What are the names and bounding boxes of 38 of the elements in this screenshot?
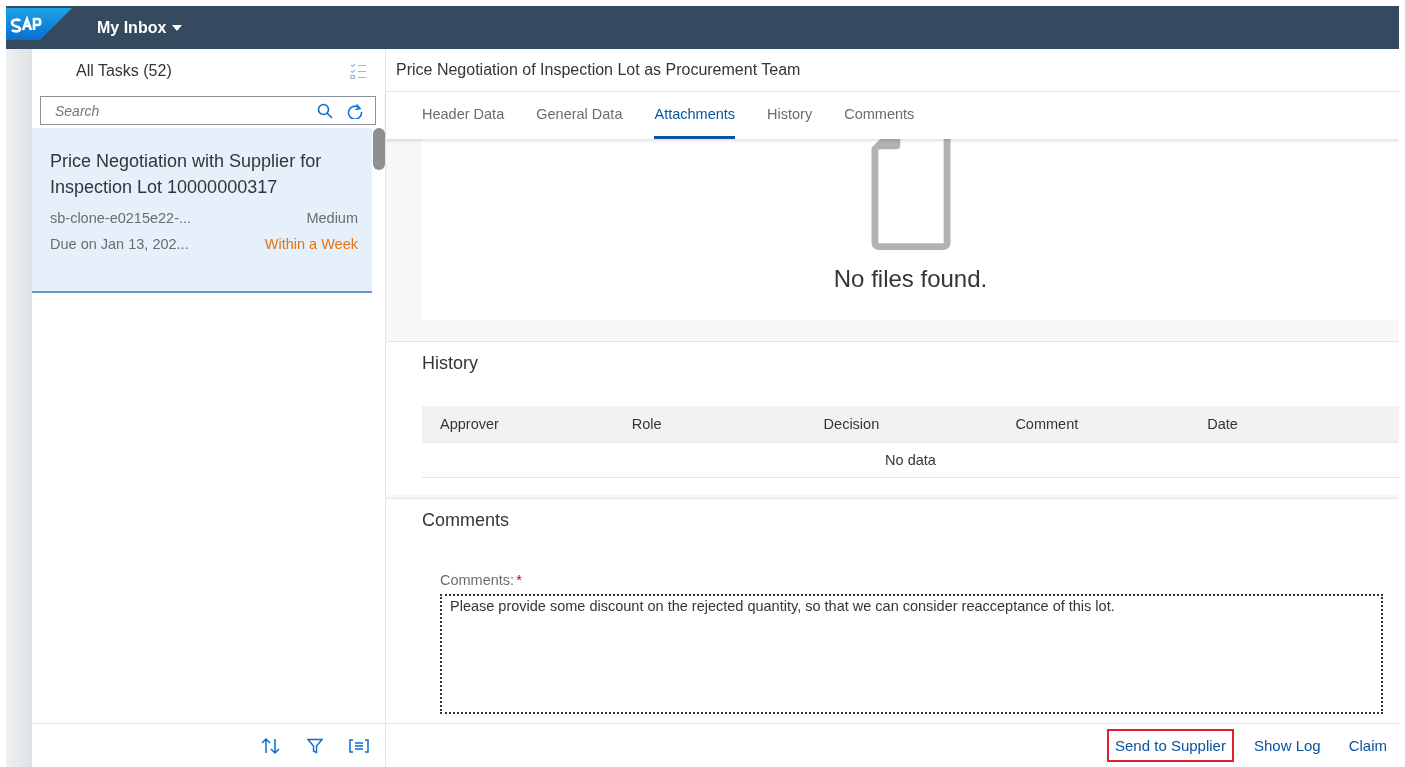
action-button[interactable]: Send to Supplier xyxy=(1107,729,1234,762)
scrollbar-thumb[interactable] xyxy=(373,128,385,170)
action-button[interactable]: Show Log xyxy=(1245,729,1329,762)
column-header: Approver xyxy=(440,416,500,432)
section-title: History xyxy=(422,352,479,375)
task-creator: sb-clone-e0215e22-... xyxy=(50,210,192,226)
list-title: All Tasks (52) xyxy=(76,61,172,80)
column-header: Role xyxy=(631,416,663,432)
logo-icon[interactable] xyxy=(6,8,72,40)
tab[interactable]: General Data xyxy=(536,92,623,139)
task-status: Within a Week xyxy=(264,236,358,252)
search-icon[interactable] xyxy=(317,102,333,119)
tab[interactable]: History xyxy=(767,92,813,139)
tab[interactable]: Header Data xyxy=(422,92,505,139)
caret-icon xyxy=(172,24,183,31)
column-header: Decision xyxy=(823,416,881,432)
file-icon xyxy=(870,139,951,251)
column-header: Comment xyxy=(1015,416,1080,432)
no-data-text: No data xyxy=(885,452,936,468)
required-mark: * xyxy=(516,572,522,588)
field-label: Comments: xyxy=(440,572,515,588)
comments-field[interactable]: Please provide some discount on the rejected quantity, so that we can consider reacceptance of this lot. xyxy=(440,594,1383,714)
detail-title: Price Negotiation of Inspection Lot as Procurement Team xyxy=(386,49,1399,92)
empty-message: No files found. xyxy=(833,265,988,293)
task-list-item[interactable]: Price Negotiation with Supplier for Inspection Lot 10000000317 sb-clone-e0215e22-... Medium Due on Jan 13, 202... Within a Week xyxy=(32,128,372,293)
filter-icon[interactable] xyxy=(307,737,323,754)
search-field[interactable]: Search xyxy=(40,96,376,125)
group-icon[interactable] xyxy=(349,737,369,754)
action-button[interactable]: Claim xyxy=(1340,729,1395,762)
task-due-date: Due on Jan 13, 202... xyxy=(50,236,189,252)
app-title-menu[interactable]: My Inbox xyxy=(97,18,183,37)
sort-icon[interactable] xyxy=(261,736,281,755)
task-priority: Medium xyxy=(306,210,358,226)
tab[interactable]: Comments xyxy=(844,92,915,139)
refresh-icon[interactable] xyxy=(347,102,363,119)
column-header: Date xyxy=(1207,416,1239,432)
task-title: Price Negotiation with Supplier for Inspection Lot 10000000317 xyxy=(50,150,323,199)
section-title: Comments xyxy=(422,509,511,532)
